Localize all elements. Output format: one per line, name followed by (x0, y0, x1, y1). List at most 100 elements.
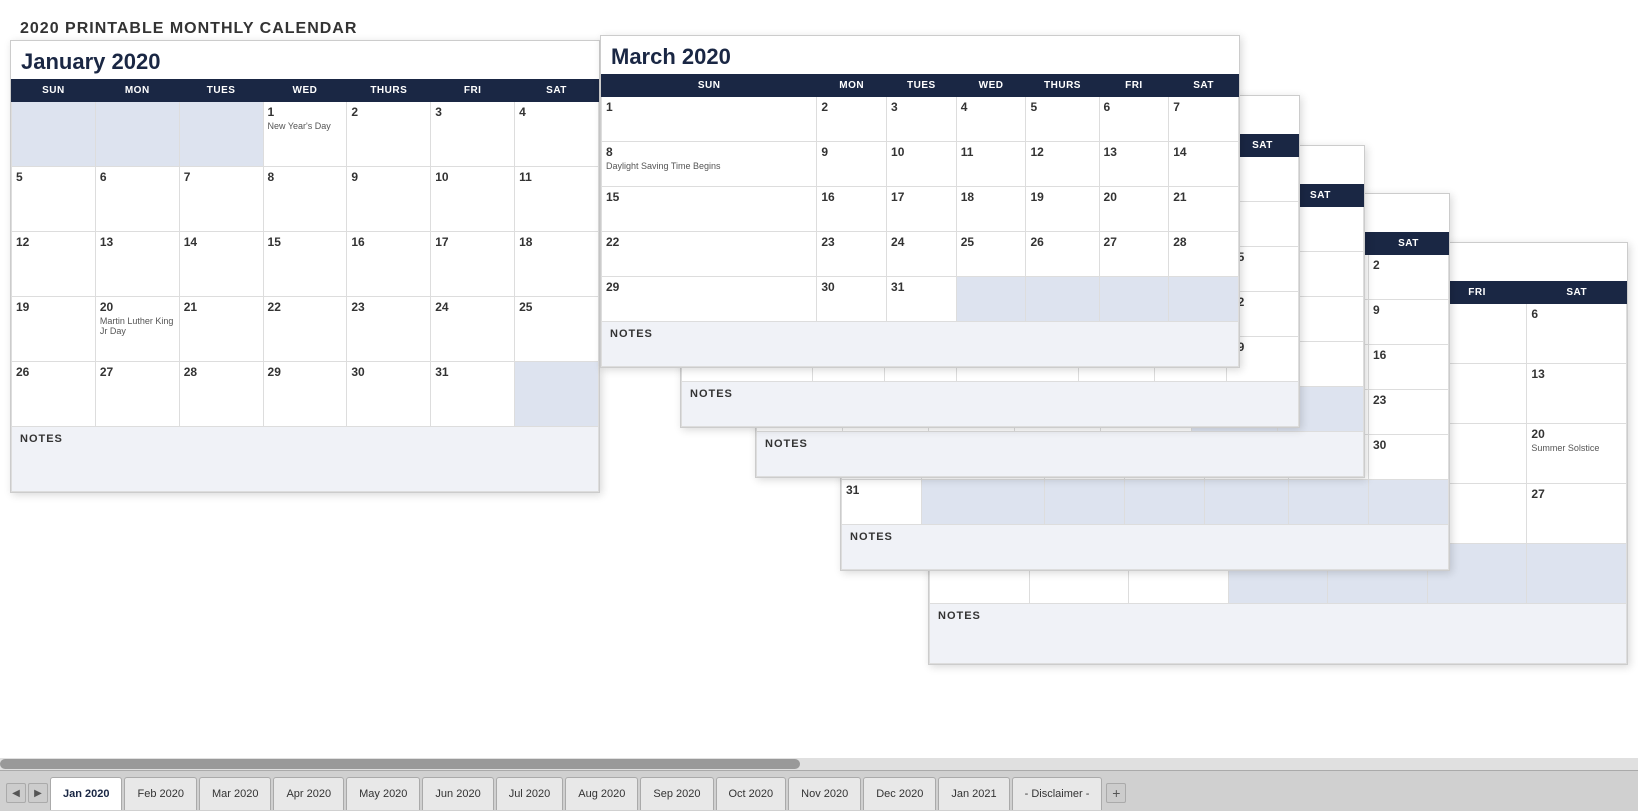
table-cell: 17 (887, 187, 957, 232)
jan-thurs-header: THURS (347, 80, 431, 102)
main-area: 2020 PRINTABLE MONTHLY CALENDAR January … (0, 0, 1638, 770)
table-cell: 20Martin Luther King Jr Day (95, 297, 179, 362)
table-cell: 2 (817, 97, 887, 142)
jan-sat-header: SAT (515, 80, 599, 102)
notes-label: NOTES (12, 427, 599, 492)
table-cell: 23 (1368, 390, 1448, 435)
table-cell (1099, 277, 1169, 322)
notes-row: NOTES (682, 382, 1299, 427)
tab-dec-2020[interactable]: Dec 2020 (863, 777, 936, 810)
tab-mar-2020[interactable]: Mar 2020 (199, 777, 271, 810)
table-cell: 19 (12, 297, 96, 362)
table-cell (515, 362, 599, 427)
table-row: 8Daylight Saving Time Begins 9 10 11 12 … (602, 142, 1239, 187)
tab-feb-2020[interactable]: Feb 2020 (124, 777, 196, 810)
tab-apr-2020[interactable]: Apr 2020 (273, 777, 344, 810)
table-cell: 25 (515, 297, 599, 362)
table-cell: 11 (956, 142, 1026, 187)
tab-aug-2020[interactable]: Aug 2020 (565, 777, 638, 810)
table-cell: 9 (347, 167, 431, 232)
table-cell: 31 (431, 362, 515, 427)
header: MON (817, 75, 887, 97)
table-cell: 13 (1099, 142, 1169, 187)
table-cell: 14 (1169, 142, 1239, 187)
tab-jun-2020[interactable]: Jun 2020 (422, 777, 493, 810)
scroll-bar[interactable] (0, 758, 1638, 770)
january-table: SUN MON TUES WED THURS FRI SAT 1New Year… (11, 79, 599, 492)
table-cell: 2 (1368, 255, 1448, 300)
table-cell: 29 (602, 277, 817, 322)
table-cell: 24 (431, 297, 515, 362)
table-row: 19 20Martin Luther King Jr Day 21 22 23 … (12, 297, 599, 362)
notes-row: NOTES (12, 427, 599, 492)
table-cell (95, 102, 179, 167)
tab-disclaimer[interactable]: - Disclaimer - (1012, 777, 1103, 810)
tab-oct-2020[interactable]: Oct 2020 (716, 777, 787, 810)
table-cell: 21 (1169, 187, 1239, 232)
jan-tues-header: TUES (179, 80, 263, 102)
table-cell: 6 (95, 167, 179, 232)
table-cell: 23 (817, 232, 887, 277)
table-cell (921, 480, 1044, 525)
jan-sun-header: SUN (12, 80, 96, 102)
table-cell: 30 (817, 277, 887, 322)
table-cell: 5 (1026, 97, 1099, 142)
table-cell: 26 (12, 362, 96, 427)
tab-jan-2021[interactable]: Jan 2021 (938, 777, 1009, 810)
table-cell: 3 (887, 97, 957, 142)
table-cell (12, 102, 96, 167)
table-cell: 28 (179, 362, 263, 427)
table-row: 12 13 14 15 16 17 18 (12, 232, 599, 297)
table-cell: 16 (1368, 345, 1448, 390)
table-cell: 12 (12, 232, 96, 297)
march-table: SUN MON TUES WED THURS FRI SAT 1 2 3 4 5… (601, 74, 1239, 367)
table-row: 22 23 24 25 26 27 28 (602, 232, 1239, 277)
tab-jul-2020[interactable]: Jul 2020 (496, 777, 564, 810)
notes-label: NOTES (682, 382, 1299, 427)
tab-add-button[interactable]: + (1106, 783, 1126, 803)
table-cell: 6 (1099, 97, 1169, 142)
march-calendar: March 2020 SUN MON TUES WED THURS FRI SA… (600, 35, 1240, 368)
table-cell: 16 (347, 232, 431, 297)
header: SAT (1368, 233, 1448, 255)
table-cell: 4 (515, 102, 599, 167)
table-cell: 14 (179, 232, 263, 297)
table-cell: 7 (179, 167, 263, 232)
table-cell: 12 (1026, 142, 1099, 187)
table-cell: 24 (887, 232, 957, 277)
header: SAT (1527, 282, 1627, 304)
table-row: 15 16 17 18 19 20 21 (602, 187, 1239, 232)
jan-wed-header: WED (263, 80, 347, 102)
tab-scroll-right[interactable]: ▶ (28, 783, 48, 803)
table-cell: 22 (602, 232, 817, 277)
table-cell (1026, 277, 1099, 322)
table-cell: 22 (263, 297, 347, 362)
tab-scroll-left[interactable]: ◀ (6, 783, 26, 803)
tab-sep-2020[interactable]: Sep 2020 (640, 777, 713, 810)
table-cell (956, 277, 1026, 322)
scroll-thumb[interactable] (0, 759, 800, 769)
table-cell: 31 (887, 277, 957, 322)
table-cell (1205, 480, 1289, 525)
table-cell: 28 (1169, 232, 1239, 277)
notes-row: NOTES (757, 432, 1364, 477)
january-title: January 2020 (11, 41, 599, 79)
tab-nov-2020[interactable]: Nov 2020 (788, 777, 861, 810)
table-cell: 20Summer Solstice (1527, 424, 1627, 484)
table-cell: 20 (1099, 187, 1169, 232)
jan-mon-header: MON (95, 80, 179, 102)
table-cell: 27 (1099, 232, 1169, 277)
tab-may-2020[interactable]: May 2020 (346, 777, 420, 810)
january-calendar: January 2020 SUN MON TUES WED THURS FRI … (10, 40, 600, 493)
table-cell: 17 (431, 232, 515, 297)
header: SUN (602, 75, 817, 97)
table-cell: 29 (263, 362, 347, 427)
table-cell: 27 (1527, 484, 1627, 544)
table-cell: 23 (347, 297, 431, 362)
table-cell: 7 (1169, 97, 1239, 142)
jan-fri-header: FRI (431, 80, 515, 102)
table-cell: 30 (347, 362, 431, 427)
table-cell: 1New Year's Day (263, 102, 347, 167)
tab-jan-2020[interactable]: Jan 2020 (50, 777, 122, 810)
notes-label: NOTES (842, 525, 1449, 570)
